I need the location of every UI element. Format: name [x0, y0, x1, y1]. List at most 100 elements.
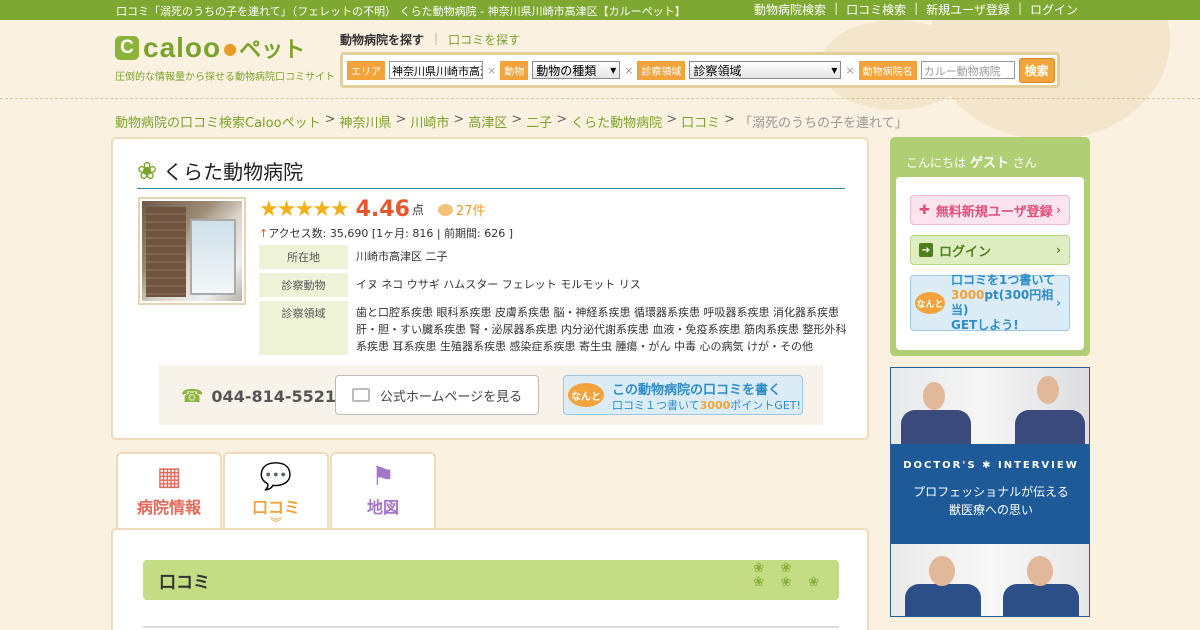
- paw-icon: ●: [223, 38, 238, 58]
- breadcrumb-separator: >: [511, 112, 523, 127]
- info-row-address: 所在地 川崎市高津区 二子: [259, 245, 849, 269]
- rating-score: 4.46: [355, 197, 410, 222]
- breadcrumb-hospital[interactable]: くらた動物病院: [571, 112, 662, 131]
- promo-line1: 口コミを1つ書いて: [951, 273, 1055, 287]
- tab-reviews[interactable]: 💬 口コミ ︾: [223, 452, 329, 530]
- register-label: 無料新規ユーザ登録: [935, 204, 1053, 220]
- hospital-card: ❀ くらた動物病院 ★★★★★ 4.46 点 27件 ↑アクセス数: 35,69…: [111, 137, 869, 440]
- info-value: 川崎市高津区 二子: [356, 250, 448, 263]
- paw-prints-icon: ❀ ❀ ❀ ❀ ❀: [753, 561, 825, 590]
- user-sidebar: こんにちは ゲスト さん ✚ 無料新規ユーザ登録 › ➔ ログイン › なんと …: [890, 137, 1090, 356]
- breadcrumb-city[interactable]: 川崎市: [410, 112, 449, 131]
- clear-field-icon[interactable]: ×: [845, 64, 854, 77]
- clear-area-icon[interactable]: ×: [487, 64, 496, 77]
- info-label: 所在地: [259, 245, 348, 269]
- info-value: イヌ ネコ ウサギ ハムスター フェレット モルモット リス: [356, 278, 641, 291]
- tab-search-hospital[interactable]: 動物病院を探す: [340, 31, 424, 48]
- search-button[interactable]: 検索: [1018, 57, 1055, 83]
- write-review-button[interactable]: なんと この動物病院の口コミを書く 口コミ１つ書いて3000ポイントGET!: [563, 375, 803, 415]
- tab-search-review[interactable]: 口コミを探す: [448, 31, 520, 48]
- breadcrumb-separator: >: [556, 112, 568, 127]
- login-label: ログイン: [939, 244, 992, 260]
- info-label: 診察領域: [259, 301, 348, 355]
- banner-title: DOCTOR'S ✱ INTERVIEW: [903, 460, 1079, 471]
- phone-text: 044-814-5521: [211, 387, 337, 406]
- nav-separator: |: [914, 1, 919, 15]
- banner-photo-top: [891, 368, 1089, 444]
- hospital-icon: ▦: [156, 462, 182, 492]
- review-count: 27件: [455, 204, 486, 219]
- hospital-title-bar: ❀ くらた動物病院: [137, 153, 845, 189]
- rating-row: ★★★★★ 4.46 点 27件: [259, 197, 485, 222]
- info-label: 診察動物: [259, 273, 348, 297]
- photo-wall: [146, 207, 186, 297]
- info-value: 歯と口腔系疾患 眼科系疾患 皮膚系疾患 脳・神経系疾患 循環器系疾患 呼吸器系疾…: [356, 306, 847, 353]
- chevron-right-icon: ›: [1056, 296, 1061, 310]
- site-logo[interactable]: C caloo ● ペット: [115, 32, 305, 64]
- review-section-title: 口コミ: [159, 572, 210, 593]
- area-input[interactable]: 神奈川県川崎市高津: [389, 61, 483, 79]
- doctor-interview-banner[interactable]: DOCTOR'S ✱ INTERVIEW プロフェッショナルが伝える 獣医療への…: [890, 367, 1090, 617]
- breadcrumb-separator: >: [724, 112, 736, 127]
- animal-select-value: 動物の種類: [536, 63, 597, 78]
- register-button[interactable]: ✚ 無料新規ユーザ登録 ›: [910, 195, 1070, 225]
- photo-door: [190, 219, 236, 295]
- access-text: アクセス数: 35,690 [1ヶ月: 816 | 前期間: 626 ]: [268, 227, 514, 240]
- search-tabs: 動物病院を探す | 口コミを探す: [340, 31, 520, 48]
- clear-animal-icon[interactable]: ×: [624, 64, 633, 77]
- top-nav-login[interactable]: ログイン: [1030, 1, 1078, 18]
- chevron-right-icon: ›: [1056, 203, 1061, 217]
- field-label: 診察領域: [637, 60, 686, 80]
- write-review-points: 3000: [699, 399, 731, 412]
- write-review-sub-c: ポイントGET!: [730, 399, 801, 412]
- doctor-figure: [1015, 410, 1085, 444]
- breadcrumb-district[interactable]: 二子: [526, 112, 552, 131]
- banner-text-block: DOCTOR'S ✱ INTERVIEW プロフェッショナルが伝える 獣医療への…: [891, 444, 1089, 544]
- header-divider: [0, 98, 1200, 99]
- paw-icon: ❀: [137, 156, 158, 185]
- promo-points: 3000: [951, 288, 985, 302]
- tab-map[interactable]: ⚑ 地図: [330, 452, 436, 530]
- banner-photo-bottom: [891, 544, 1089, 616]
- breadcrumb-current: 「溺死のうちの子を連れて」: [739, 116, 908, 131]
- breadcrumb-reviews[interactable]: 口コミ: [681, 112, 720, 131]
- doctor-figure: [905, 584, 981, 616]
- page-window-title: 口コミ「溺死のうちの子を連れて」（フェレットの不明） くらた動物病院 - 神奈川…: [116, 5, 686, 18]
- access-stats: ↑アクセス数: 35,690 [1ヶ月: 816 | 前期間: 626 ]: [259, 225, 513, 241]
- greeting-post: さん: [1012, 156, 1037, 170]
- promo-text: 口コミを1つ書いて 3000pt(300円相当) GETしよう!: [951, 273, 1069, 333]
- top-nav-hospital-search[interactable]: 動物病院検索: [754, 1, 826, 18]
- promo-badge: なんと: [915, 292, 945, 314]
- animal-select[interactable]: 動物の種類 ▾: [532, 61, 621, 79]
- hospital-name: くらた動物病院: [163, 160, 304, 184]
- hospital-name-input[interactable]: カルー動物病院: [920, 61, 1015, 79]
- logo-mark: C: [115, 36, 139, 60]
- tab-label: 病院情報: [136, 498, 201, 517]
- field-select[interactable]: 診察領域 ▾: [689, 61, 842, 79]
- chevron-down-icon: ︾: [269, 516, 282, 530]
- tab-hospital-info[interactable]: ▦ 病院情報: [116, 452, 222, 530]
- monitor-icon: [351, 388, 370, 402]
- breadcrumb-separator: >: [666, 112, 678, 127]
- greeting: こんにちは ゲスト さん: [906, 152, 1037, 171]
- banner-line1: プロフェッショナルが伝える: [913, 485, 1069, 499]
- review-count-link[interactable]: 27件: [437, 200, 486, 219]
- banner-subtitle: プロフェッショナルが伝える 獣医療への思い: [891, 483, 1089, 519]
- tab-separator: |: [434, 31, 439, 45]
- hospital-photo[interactable]: [138, 197, 246, 305]
- contact-bar: ☎ 044-814-5521 公式ホームページを見る なんと この動物病院の口コ…: [159, 365, 823, 425]
- login-button[interactable]: ➔ ログイン ›: [910, 235, 1070, 265]
- rating-unit: 点: [411, 203, 424, 217]
- review-divider: [143, 626, 839, 628]
- add-user-icon: ✚: [919, 202, 930, 218]
- speech-bubble-icon: 💬: [259, 462, 293, 492]
- breadcrumb-prefecture[interactable]: 神奈川県: [339, 112, 391, 131]
- breadcrumb-ward[interactable]: 高津区: [468, 112, 507, 131]
- top-nav-review-search[interactable]: 口コミ検索: [846, 1, 906, 18]
- phone-number[interactable]: ☎ 044-814-5521: [181, 386, 336, 407]
- homepage-button[interactable]: 公式ホームページを見る: [335, 375, 539, 415]
- promo-button[interactable]: なんと 口コミを1つ書いて 3000pt(300円相当) GETしよう! ›: [910, 273, 1070, 333]
- doctor-head: [923, 382, 945, 410]
- breadcrumb-home[interactable]: 動物病院の口コミ検索Calooペット: [115, 112, 321, 131]
- top-nav-register[interactable]: 新規ユーザ登録: [926, 1, 1010, 18]
